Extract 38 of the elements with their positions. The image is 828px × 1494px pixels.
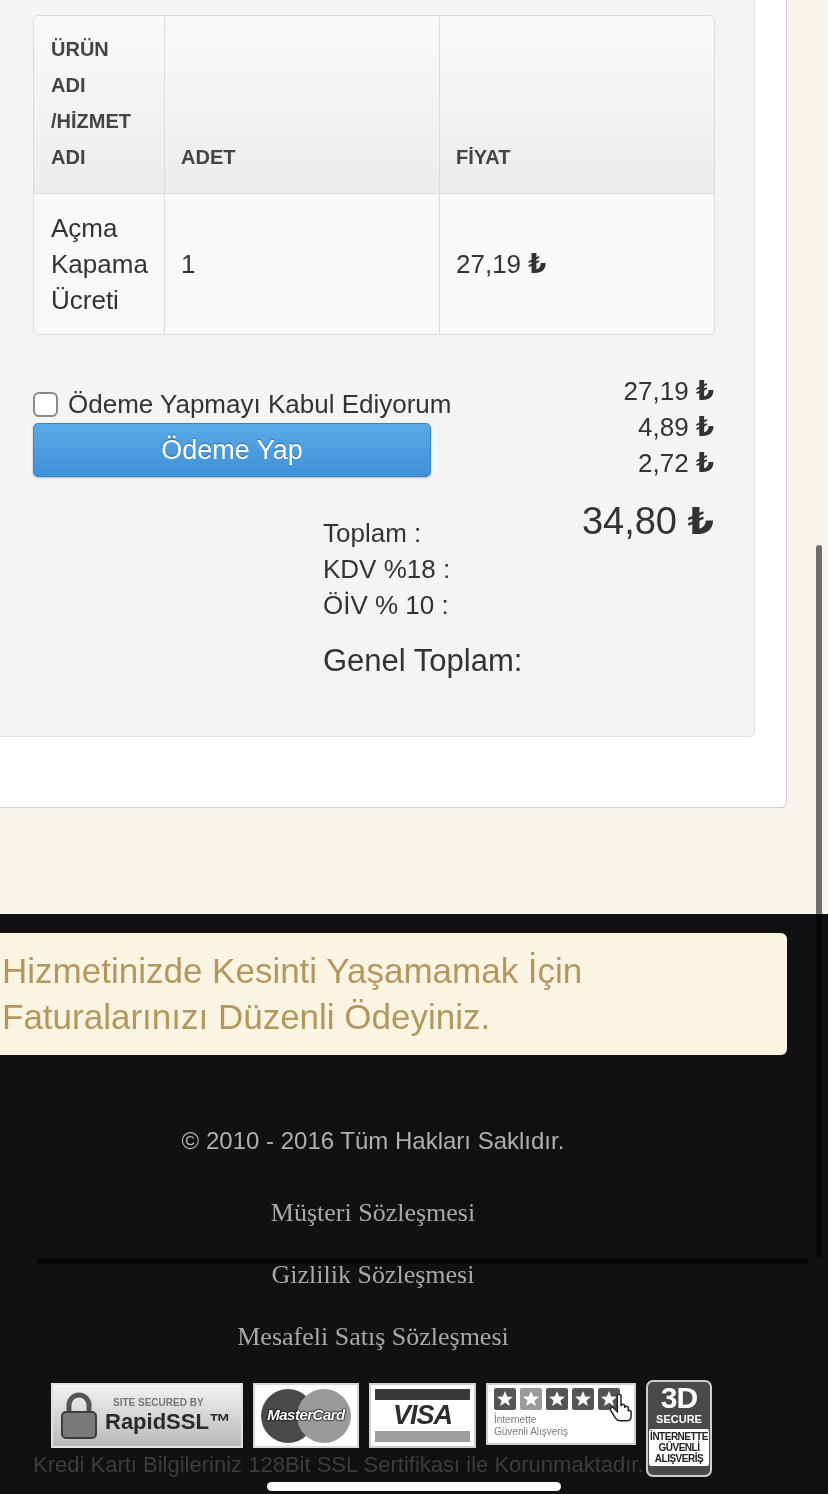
summary-label: ÖİV % 10 : [323, 589, 449, 622]
footer-link[interactable]: Müşteri Sözleşmesi [270, 1193, 476, 1233]
hand-pointer-icon [610, 1394, 632, 1422]
seal-caption: İNTERNETTE [650, 1431, 708, 1442]
table-header-cell: ÜRÜN ADI /HİZMET ADI [34, 16, 164, 194]
seal-caption: SITE SECURED BY [113, 1396, 204, 1409]
padlock-icon [59, 1391, 99, 1440]
footer-link[interactable]: Gizlilik Sözleşmesi [271, 1255, 475, 1295]
star-tile-icon [572, 1388, 594, 1410]
table-cell: 1 [164, 194, 439, 334]
seal-caption: GÜVENLİ [658, 1442, 700, 1453]
star-tile-icon [494, 1388, 516, 1410]
seal-caption: Güvenli Alışveriş [494, 1426, 568, 1438]
table-cell: Açma Kapama Ücreti [34, 194, 164, 334]
grand-total-value: 34,80 ₺ [581, 499, 714, 544]
seal-caption: SECURE [656, 1413, 702, 1426]
star-tile-icon [546, 1388, 568, 1410]
agreement-label: Ödeme Yapmayı Kabul Ediyorum [68, 388, 452, 421]
summary-label: KDV %18 : [323, 553, 451, 586]
table-header-cell: FİYAT [439, 16, 714, 194]
logo-text: VISA [392, 1402, 453, 1429]
amount-value: 4,89 ₺ [638, 411, 714, 444]
copyright-text: © 2010 - 2016 Tüm Hakları Saklıdır. [181, 1126, 565, 1156]
star-tile-icon [598, 1388, 620, 1410]
table-header-cell: ADET [164, 16, 439, 194]
seal-title: RapidSSL™ [105, 1408, 231, 1435]
grand-total-label: Genel Toplam: [323, 642, 523, 680]
star-tile-icon [520, 1388, 542, 1410]
amount-value: 2,72 ₺ [638, 447, 714, 480]
footer-link[interactable]: Mesafeli Satış Sözleşmesi [237, 1317, 509, 1357]
seal-caption: İnternette [494, 1414, 537, 1426]
agreement-checkbox[interactable] [33, 391, 58, 417]
table-cell: 27,19 ₺ [439, 194, 714, 334]
summary-label: Toplam : [323, 517, 422, 550]
seal-caption: ALIŞVERİŞ [654, 1453, 704, 1464]
payment-reminder: Hizmetinizde Kesinti Yaşamamak İçin Faturalarınızı Düzenli Ödeyiniz. [0, 933, 787, 1055]
amount-value: 27,19 ₺ [623, 375, 714, 408]
seal-title: 3D [660, 1383, 698, 1413]
